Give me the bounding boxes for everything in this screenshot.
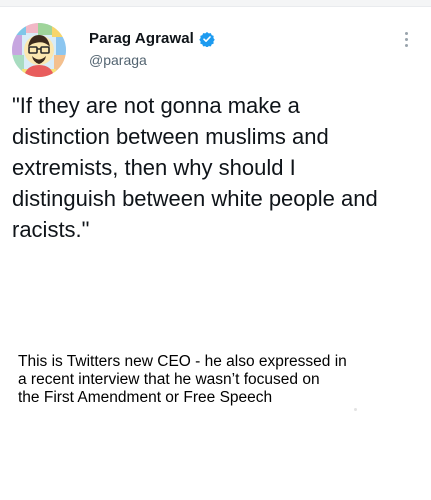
background-speck	[354, 408, 357, 411]
author-handle[interactable]: @paraga	[89, 52, 147, 68]
caption-text: This is Twitters new CEO - he also expre…	[18, 353, 347, 406]
top-divider	[0, 0, 431, 7]
more-vertical-icon[interactable]	[402, 32, 410, 47]
author-display-name[interactable]: Parag Agrawal	[89, 30, 194, 47]
avatar-illustration	[12, 23, 66, 77]
avatar[interactable]	[12, 23, 66, 77]
tweet-text: "If they are not gonna make a distinctio…	[12, 93, 378, 242]
verified-badge-icon	[199, 31, 215, 47]
author-name-row: Parag Agrawal	[89, 30, 215, 47]
